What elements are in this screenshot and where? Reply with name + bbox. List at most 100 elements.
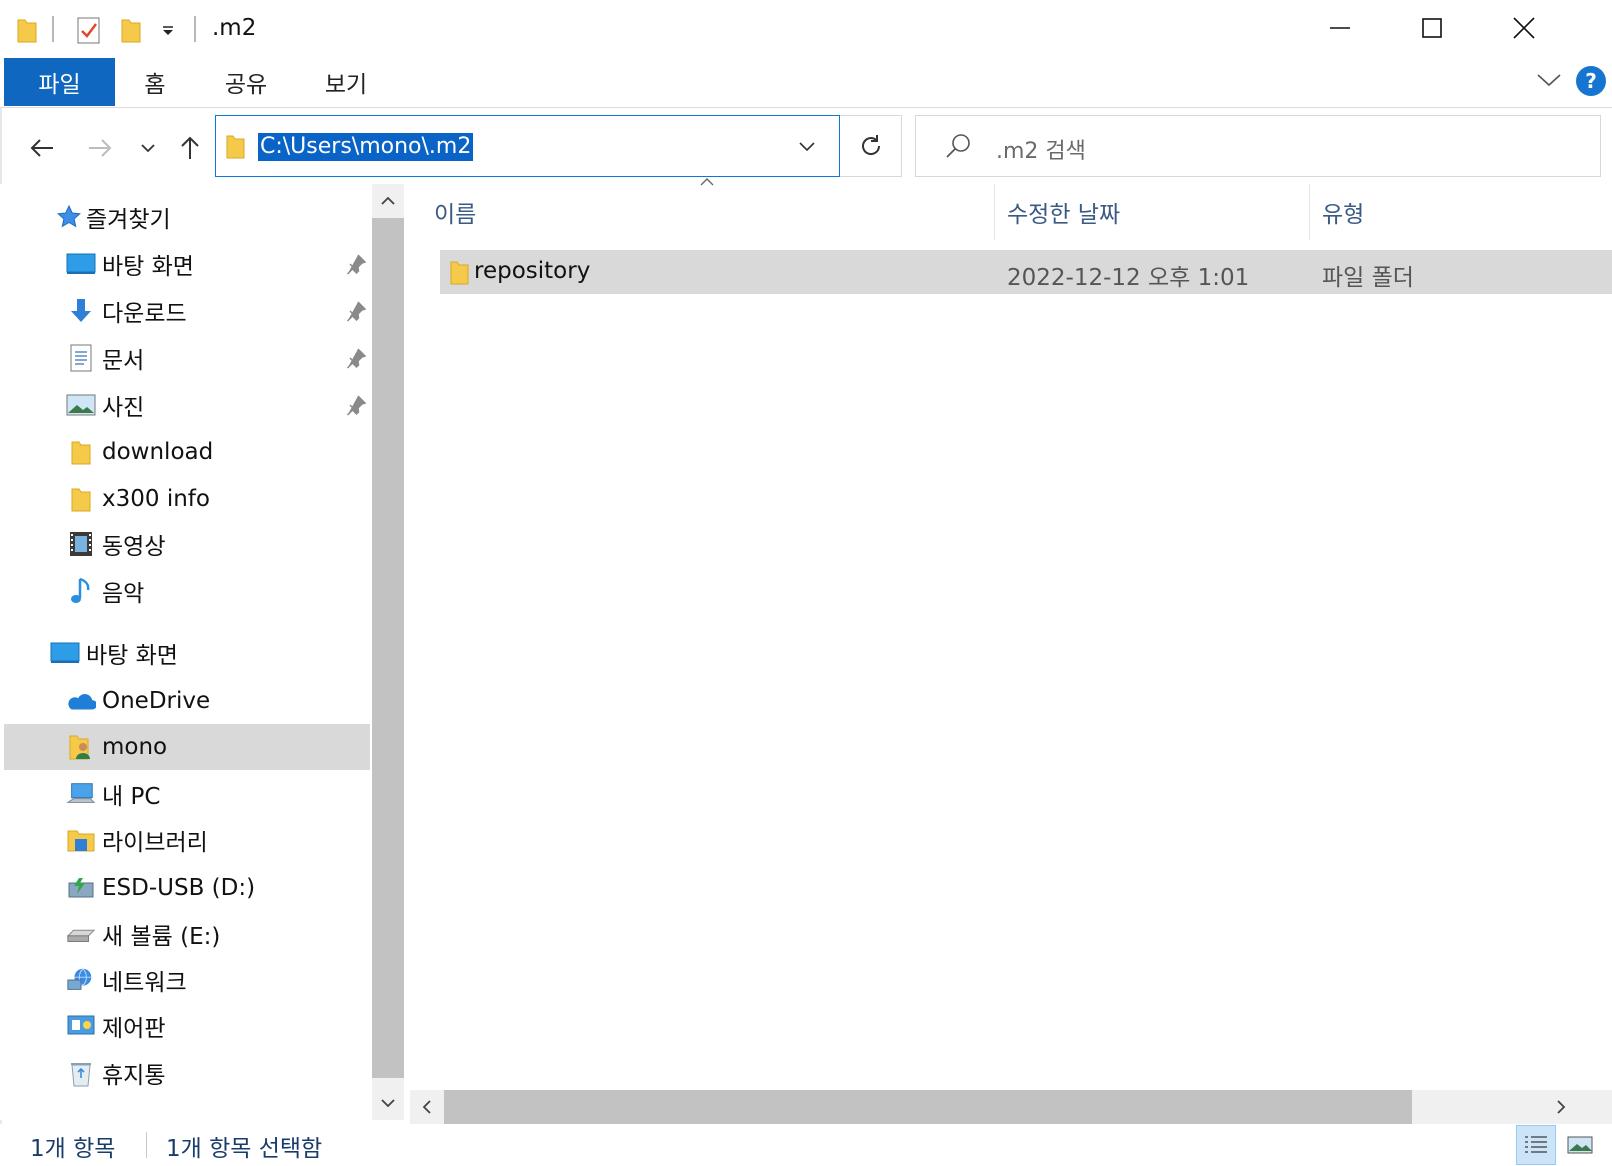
- sidebar-item-downloads[interactable]: 다운로드: [4, 288, 370, 334]
- sidebar-item-label: 바탕 화면: [86, 643, 178, 669]
- control-panel-icon: [66, 1011, 96, 1041]
- status-bar: 1개 항목 1개 항목 선택함: [0, 1124, 1612, 1166]
- sidebar-item-libraries[interactable]: 라이브러리: [4, 817, 370, 863]
- new-folder-icon[interactable]: [120, 14, 142, 46]
- scroll-left-icon[interactable]: [410, 1090, 444, 1124]
- sidebar-item-label: 새 볼륨 (E:): [102, 924, 221, 950]
- sidebar-item-desktop[interactable]: 바탕 화면: [4, 630, 370, 676]
- refresh-button[interactable]: [840, 115, 902, 177]
- folder-icon: [66, 437, 96, 467]
- properties-icon[interactable]: [76, 14, 102, 46]
- title-separator: [194, 16, 196, 42]
- back-icon[interactable]: [22, 128, 62, 168]
- sidebar-item-label: ESD-USB (D:): [102, 875, 256, 901]
- drive-icon: [66, 919, 96, 949]
- address-path[interactable]: C:\Users\mono\.m2: [258, 133, 474, 161]
- sidebar-item-x300-info[interactable]: x300 info: [4, 476, 370, 522]
- file-modified: 2022-12-12 오후 1:01: [1007, 265, 1250, 291]
- address-dropdown-icon[interactable]: [798, 138, 816, 157]
- sidebar-item-quick-access[interactable]: 즐겨찾기: [4, 194, 370, 240]
- search-placeholder: .m2 검색: [996, 139, 1086, 164]
- scroll-up-icon[interactable]: [372, 184, 404, 218]
- scrollbar-thumb[interactable]: [372, 218, 404, 1078]
- pin-icon[interactable]: [344, 252, 368, 276]
- folder-icon: [226, 132, 246, 164]
- sidebar-item-pictures[interactable]: 사진: [4, 382, 370, 428]
- folder-icon: [66, 484, 96, 514]
- pin-icon[interactable]: [344, 346, 368, 370]
- close-button[interactable]: [1478, 0, 1570, 56]
- up-icon[interactable]: [170, 128, 210, 168]
- tab-home[interactable]: 홈: [124, 58, 186, 106]
- sidebar-item-documents[interactable]: 문서: [4, 335, 370, 381]
- document-icon: [66, 343, 96, 373]
- sidebar-item-videos[interactable]: 동영상: [4, 521, 370, 567]
- recent-locations-icon[interactable]: [128, 128, 168, 168]
- column-header-modified[interactable]: 수정한 날짜: [1007, 184, 1307, 240]
- scroll-right-icon[interactable]: [1544, 1090, 1578, 1124]
- sidebar-item-new-volume[interactable]: 새 볼륨 (E:): [4, 911, 370, 957]
- details-view-icon[interactable]: [1516, 1125, 1556, 1165]
- sidebar-item-network[interactable]: 네트워크: [4, 957, 370, 1003]
- help-button[interactable]: ?: [1576, 66, 1606, 96]
- folder-icon: [450, 258, 470, 292]
- file-type: 파일 폴더: [1322, 265, 1414, 291]
- scroll-down-icon[interactable]: [372, 1086, 404, 1120]
- title-bar: .m2: [0, 0, 1612, 56]
- search-box[interactable]: .m2 검색: [915, 115, 1601, 177]
- sidebar-scrollbar[interactable]: [372, 184, 404, 1120]
- column-divider[interactable]: [994, 184, 995, 240]
- large-icons-view-icon[interactable]: [1560, 1125, 1600, 1165]
- sidebar-item-mono[interactable]: mono: [4, 724, 370, 770]
- minimize-button[interactable]: [1294, 0, 1386, 56]
- sidebar-item-label: 라이브러리: [102, 830, 208, 856]
- sidebar-item-esd-usb[interactable]: ESD-USB (D:): [4, 865, 370, 911]
- sidebar-item-label: download: [102, 439, 214, 465]
- navigation-pane: 즐겨찾기 바탕 화면 다운로드 문서 사진 download x300 info…: [0, 184, 372, 1120]
- pin-icon[interactable]: [344, 393, 368, 417]
- quick-access-separator: [52, 16, 54, 42]
- forward-icon[interactable]: [80, 128, 120, 168]
- tab-view[interactable]: 보기: [306, 58, 386, 106]
- scrollbar-thumb[interactable]: [444, 1090, 1412, 1124]
- music-icon: [66, 576, 96, 606]
- file-list: 이름 수정한 날짜 유형 repository 2022-12-12 오후 1:…: [410, 178, 1612, 1090]
- navigation-bar: C:\Users\mono\.m2 .m2 검색: [0, 108, 1612, 184]
- pc-icon: [66, 779, 96, 809]
- file-row[interactable]: repository 2022-12-12 오후 1:01 파일 폴더: [440, 250, 1612, 294]
- file-name: repository: [474, 258, 591, 284]
- sidebar-item-label: 휴지통: [102, 1063, 166, 1089]
- column-header-type[interactable]: 유형: [1322, 184, 1602, 240]
- pin-icon[interactable]: [344, 299, 368, 323]
- sidebar-item-onedrive[interactable]: OneDrive: [4, 678, 370, 724]
- sidebar-item-download-folder[interactable]: download: [4, 429, 370, 475]
- maximize-button[interactable]: [1386, 0, 1478, 56]
- sidebar-item-label: x300 info: [102, 486, 210, 512]
- address-bar[interactable]: C:\Users\mono\.m2: [215, 115, 840, 177]
- column-header-name[interactable]: 이름: [434, 184, 994, 240]
- tab-share[interactable]: 공유: [206, 58, 286, 106]
- window-title: .m2: [212, 15, 257, 41]
- sidebar-item-this-pc[interactable]: 내 PC: [4, 771, 370, 817]
- sidebar-item-recycle-bin[interactable]: 휴지통: [4, 1050, 370, 1096]
- status-separator: [146, 1132, 147, 1158]
- tab-file[interactable]: 파일: [4, 58, 115, 106]
- customize-quick-access-icon[interactable]: [160, 14, 176, 46]
- sidebar-item-label: 내 PC: [102, 784, 161, 810]
- sidebar-item-label: OneDrive: [102, 688, 211, 714]
- sidebar-item-control-panel[interactable]: 제어판: [4, 1003, 370, 1049]
- folder-icon: [16, 14, 38, 46]
- refresh-icon: [861, 135, 880, 155]
- sidebar-item-label: 바탕 화면: [102, 254, 194, 280]
- sidebar-item-music[interactable]: 음악: [4, 568, 370, 614]
- sidebar-item-label: 제어판: [102, 1016, 166, 1042]
- column-divider[interactable]: [1309, 184, 1310, 240]
- sidebar-item-desktop-pinned[interactable]: 바탕 화면: [4, 241, 370, 287]
- item-count: 1개 항목: [30, 1136, 116, 1162]
- library-icon: [66, 825, 96, 855]
- sidebar-item-label: 동영상: [102, 534, 166, 560]
- horizontal-scrollbar[interactable]: [410, 1090, 1612, 1124]
- usb-drive-icon: [66, 873, 96, 903]
- network-icon: [66, 965, 96, 995]
- expand-ribbon-icon[interactable]: [1536, 70, 1562, 94]
